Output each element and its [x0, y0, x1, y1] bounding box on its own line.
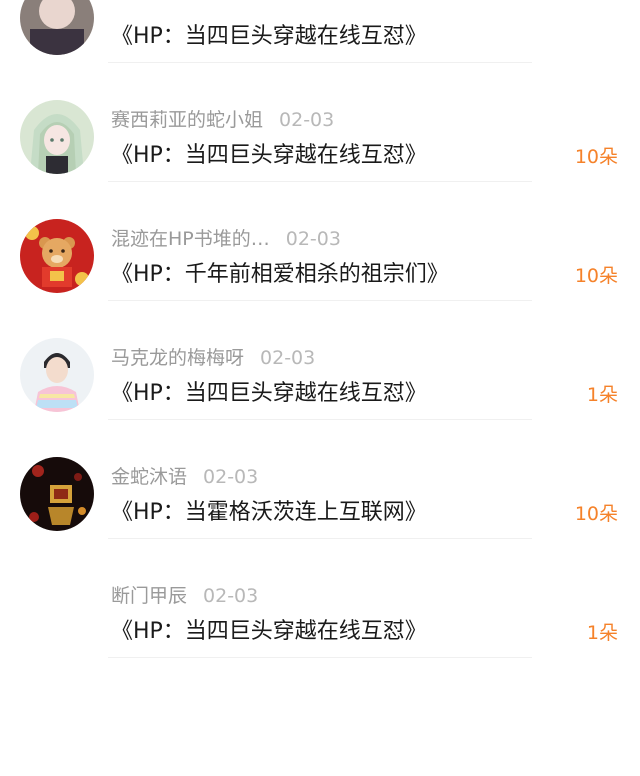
comment-meta: 混迹在HP书堆的… 02-03 [111, 227, 341, 251]
flower-count: 10朵 [574, 265, 618, 287]
book-title[interactable]: 《HP：当四巨头穿越在线互怼》 [111, 141, 427, 171]
list-item[interactable]: 金蛇沐语 02-03 《HP：当霍格沃茨连上互联网》 10朵 [0, 419, 640, 538]
divider [108, 62, 532, 63]
comment-meta: 断门甲辰 02-03 [111, 584, 258, 608]
username[interactable]: 赛西莉亚的蛇小姐 [111, 109, 263, 131]
divider [108, 419, 532, 420]
username[interactable]: 金蛇沐语 [111, 466, 187, 488]
username[interactable]: 混迹在HP书堆的… [111, 228, 270, 250]
lantern-avatar-icon[interactable] [20, 457, 94, 531]
book-title[interactable]: 《HP：当四巨头穿越在线互怼》 [111, 617, 427, 647]
book-title: 《HP：当四巨头穿越在线互怼》 [111, 24, 427, 49]
flower-count: 1朵 [586, 622, 618, 644]
divider [108, 538, 532, 539]
list-item[interactable]: 赛西莉亚的蛇小姐 02-03 《HP：当四巨头穿越在线互怼》 10朵 [0, 62, 640, 181]
comment-meta: 金蛇沐语 02-03 [111, 465, 258, 489]
list-item[interactable]: 马克龙的梅梅呀 02-03 《HP：当四巨头穿越在线互怼》 1朵 [0, 300, 640, 419]
list-item[interactable]: 混迹在HP书堆的… 02-03 《HP：千年前相爱相杀的祖宗们》 10朵 [0, 181, 640, 300]
gift-list: 《HP：当四巨头穿越在线互怼》 赛西莉亚的蛇小姐 02-03 《HP：当四巨头穿越… [0, 0, 640, 776]
list-item[interactable]: 《HP：当四巨头穿越在线互怼》 [0, 0, 640, 62]
username[interactable]: 马克龙的梅梅呀 [111, 347, 244, 369]
divider [108, 181, 532, 182]
date: 02-03 [203, 585, 259, 607]
anime-girl-avatar-icon[interactable] [20, 100, 94, 174]
divider [108, 657, 532, 658]
date: 02-03 [279, 109, 335, 131]
flower-count: 1朵 [586, 384, 618, 406]
date: 02-03 [203, 466, 259, 488]
book-title[interactable]: 《HP：当霍格沃茨连上互联网》 [111, 498, 427, 528]
list-item[interactable]: 断门甲辰 02-03 《HP：当四巨头穿越在线互怼》 1朵 [0, 538, 640, 657]
bear-avatar-icon[interactable] [20, 219, 94, 293]
date: 02-03 [285, 228, 341, 250]
divider [108, 300, 532, 301]
username[interactable]: 断门甲辰 [111, 585, 187, 607]
comment-meta: 马克龙的梅梅呀 02-03 [111, 346, 315, 370]
list-item [0, 657, 640, 776]
book-title[interactable]: 《HP：千年前相爱相杀的祖宗们》 [111, 260, 449, 290]
flower-count: 10朵 [574, 146, 618, 168]
person-avatar-icon[interactable] [20, 338, 94, 412]
book-title[interactable]: 《HP：当四巨头穿越在线互怼》 [111, 379, 427, 409]
date: 02-03 [260, 347, 316, 369]
comment-meta: 赛西莉亚的蛇小姐 02-03 [111, 108, 334, 132]
anime-avatar-icon[interactable] [20, 0, 94, 55]
flower-count: 10朵 [574, 503, 618, 525]
